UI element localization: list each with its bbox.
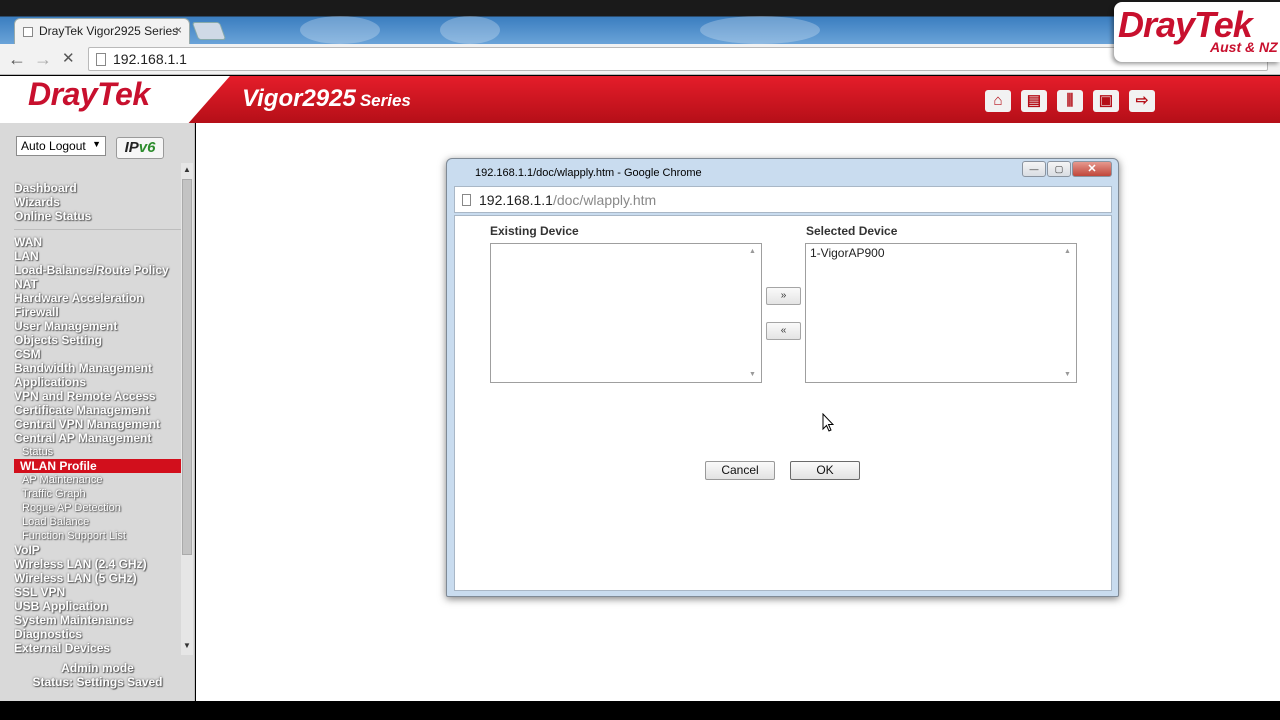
sidebar-item-objects-setting[interactable]: Objects Setting <box>14 333 182 347</box>
router-logo: DrayTek <box>28 76 150 112</box>
popup-address-bar[interactable]: 192.168.1.1/doc/wlapply.htm <box>454 186 1112 213</box>
close-button[interactable]: ✕ <box>1072 161 1112 177</box>
sidebar-footer: Admin mode Status: Settings Saved <box>0 661 195 689</box>
popup-content: Existing Device Selected Device ▲ ▼ 1-Vig… <box>454 215 1112 591</box>
sidebar-item-function-support-list[interactable]: Function Support List <box>14 529 182 543</box>
selected-device-label: Selected Device <box>806 224 898 238</box>
sidebar-item-system-maintenance[interactable]: System Maintenance <box>14 613 182 627</box>
scroll-thumb[interactable] <box>182 179 192 555</box>
sidebar-item-central-ap-management[interactable]: Central AP Management <box>14 431 182 445</box>
sidebar-item-status[interactable]: Status <box>14 445 182 459</box>
existing-device-label: Existing Device <box>490 224 579 238</box>
listbox-scrollbar[interactable]: ▲ ▼ <box>1061 244 1076 382</box>
status-text: Status: Settings Saved <box>32 675 163 689</box>
sidebar: Auto Logout ▼ IPv6 Dashboard Wizards Online… <box>0 123 195 701</box>
sidebar-item-load-balance-route-policy[interactable]: Load-Balance/Route Policy <box>14 263 182 277</box>
sidebar-item-load-balance[interactable]: Load Balance <box>14 515 182 529</box>
sidebar-item-rogue-ap-detection[interactable]: Rogue AP Detection <box>14 501 182 515</box>
sidebar-item-wan[interactable]: WAN <box>14 235 182 249</box>
settings-icon[interactable]: ⫼ <box>1057 90 1083 112</box>
brand-logo: DrayTek Aust & NZ <box>1114 2 1280 62</box>
sidebar-item-firewall[interactable]: Firewall <box>14 305 182 319</box>
address-bar[interactable]: 192.168.1.1 <box>88 47 1268 71</box>
chevron-down-icon: ▼ <box>92 139 101 149</box>
forward-icon[interactable]: → <box>34 49 52 69</box>
router-model: Vigor2925 Series <box>242 85 411 112</box>
selected-device-list[interactable]: 1-VigorAP900 ▲ ▼ <box>805 243 1077 383</box>
router-header: DrayTek Vigor2925 Series ⌂ ▤ ⫼ ▣ ⇨ <box>0 76 1280 123</box>
remove-device-button[interactable]: « <box>766 322 801 340</box>
sidebar-item-vpn-and-remote-access[interactable]: VPN and Remote Access <box>14 389 182 403</box>
list-item[interactable]: 1-VigorAP900 <box>810 246 1072 260</box>
sidebar-item-csm[interactable]: CSM <box>14 347 182 361</box>
popup-title: 192.168.1.1/doc/wlapply.htm - Google Chr… <box>475 167 702 179</box>
scroll-down-icon[interactable]: ▼ <box>182 641 192 653</box>
browser-tab[interactable]: DrayTek Vigor2925 Series × <box>14 18 190 44</box>
ipv6-button[interactable]: IPv6 <box>116 137 164 159</box>
sidebar-item-applications[interactable]: Applications <box>14 375 182 389</box>
menu-divider <box>14 229 182 230</box>
sidebar-item-certificate-management[interactable]: Certificate Management <box>14 403 182 417</box>
sidebar-item-bandwidth-management[interactable]: Bandwidth Management <box>14 361 182 375</box>
sidebar-item-voip[interactable]: VoIP <box>14 543 182 557</box>
screen: DrayTek Vigor2925 Series × ← → ✕ 192.168… <box>0 0 1280 720</box>
sidebar-item-external-devices[interactable]: External Devices <box>14 641 182 655</box>
sidebar-item-ap-maintenance[interactable]: AP Maintenance <box>14 473 182 487</box>
sidebar-item-diagnostics[interactable]: Diagnostics <box>14 627 182 641</box>
sidebar-item-wlan-profile[interactable]: WLAN Profile <box>14 459 182 473</box>
admin-mode-text: Admin mode <box>61 661 134 675</box>
sidebar-scrollbar[interactable]: ▲ ▼ <box>181 163 193 655</box>
sidebar-item-wireless-lan-2-4-ghz[interactable]: Wireless LAN (2.4 GHz) <box>14 557 182 571</box>
sidebar-item-online-status[interactable]: Online Status <box>14 209 182 223</box>
sidebar-item-dashboard[interactable]: Dashboard <box>14 181 182 195</box>
page-icon <box>23 27 33 37</box>
sidebar-item-wireless-lan-5-ghz[interactable]: Wireless LAN (5 GHz) <box>14 571 182 585</box>
page-icon <box>462 194 471 206</box>
sidebar-item-lan[interactable]: LAN <box>14 249 182 263</box>
popup-address-host: 192.168.1.1 <box>479 192 553 208</box>
sidebar-item-usb-application[interactable]: USB Application <box>14 599 182 613</box>
popup-address-path: /doc/wlapply.htm <box>552 192 657 208</box>
browser-tab-title: DrayTek Vigor2925 Series <box>39 24 179 38</box>
save-icon[interactable]: ▣ <box>1093 90 1119 112</box>
maximize-button[interactable]: ▢ <box>1047 161 1071 177</box>
back-icon[interactable]: ← <box>8 49 26 69</box>
stop-icon[interactable]: ✕ <box>62 49 75 69</box>
sidebar-item-user-management[interactable]: User Management <box>14 319 182 333</box>
sidebar-item-ssl-vpn[interactable]: SSL VPN <box>14 585 182 599</box>
ipv6-label: IP <box>124 139 139 156</box>
new-tab-button[interactable] <box>191 22 227 40</box>
sidebar-item-nat[interactable]: NAT <box>14 277 182 291</box>
minimize-button[interactable]: — <box>1022 161 1046 177</box>
tab-close-icon[interactable]: × <box>175 23 182 37</box>
add-device-button[interactable]: » <box>766 287 801 305</box>
ok-button[interactable]: OK <box>790 461 860 480</box>
existing-device-list[interactable]: ▲ ▼ <box>490 243 762 383</box>
sidebar-menu: Dashboard Wizards Online Status WAN LAN Load-… <box>14 181 182 655</box>
brand-logo-region: Aust & NZ <box>1210 39 1278 55</box>
mouse-cursor-icon <box>822 413 834 432</box>
home-icon[interactable]: ⌂ <box>985 90 1011 112</box>
scroll-up-icon[interactable]: ▲ <box>182 165 192 177</box>
sidebar-item-hardware-acceleration[interactable]: Hardware Acceleration <box>14 291 182 305</box>
bottom-bar <box>0 701 1280 720</box>
address-text: 192.168.1.1 <box>113 51 187 67</box>
sidebar-item-wizards[interactable]: Wizards <box>14 195 182 209</box>
popup-window: 192.168.1.1/doc/wlapply.htm - Google Chr… <box>446 158 1119 597</box>
sidebar-item-central-vpn-management[interactable]: Central VPN Management <box>14 417 182 431</box>
auto-logout-select[interactable]: Auto Logout ▼ <box>16 136 106 156</box>
sidebar-item-traffic-graph[interactable]: Traffic Graph <box>14 487 182 501</box>
logout-icon[interactable]: ⇨ <box>1129 90 1155 112</box>
listbox-scrollbar[interactable]: ▲ ▼ <box>746 244 761 382</box>
quick-start-icon[interactable]: ▤ <box>1021 90 1047 112</box>
browser-toolbar: ← → ✕ 192.168.1.1 <box>0 44 1280 75</box>
page-icon <box>96 53 106 66</box>
browser-tab-strip: DrayTek Vigor2925 Series × <box>0 0 1280 44</box>
cancel-button[interactable]: Cancel <box>705 461 775 480</box>
